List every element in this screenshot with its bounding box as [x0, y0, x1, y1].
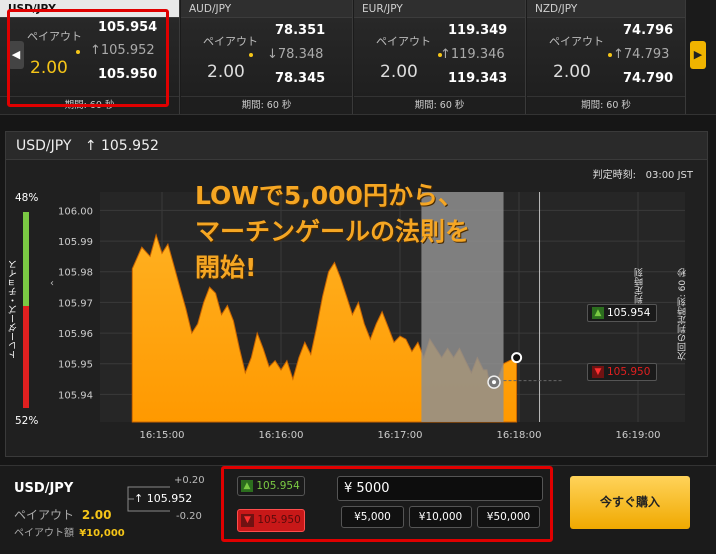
annotation-line-2: マーチンゲールの法則を [195, 217, 471, 246]
low-rate-value: 105.950 [607, 366, 651, 378]
trade-payout: ペイアウト 2.00 [14, 506, 111, 523]
low-rate-flag[interactable]: ▼ 105.950 [587, 363, 657, 381]
low-button[interactable]: ▼ 105.950 [237, 509, 305, 532]
trading-screen: USD/JPY ペイアウト 2.00 105.954 ↑105.952 105.… [0, 0, 716, 554]
x-tick-label: 16:19:00 [616, 430, 661, 441]
trade-rate-value: 105.952 [146, 492, 193, 505]
x-tick-label: 16:17:00 [378, 430, 423, 441]
y-tick-label: 106.00 [58, 206, 93, 217]
x-tick-label: 16:16:00 [259, 430, 304, 441]
high-button[interactable]: ▲ 105.954 [237, 476, 305, 496]
annotation-text: LOWで5,000円から、 マーチンゲールの法則を 開始! [195, 178, 470, 286]
trade-payout-amount: ペイアウト額 ¥10,000 [14, 524, 125, 539]
high-button-label: 105.954 [256, 480, 300, 492]
y-tick-label: 105.94 [58, 390, 93, 401]
current-price-dot [511, 352, 523, 364]
entry-marker-center [492, 380, 497, 385]
x-tick-label: 16:15:00 [140, 430, 185, 441]
high-rate-value: 105.954 [607, 307, 651, 319]
annotation-line-3: 開始! [195, 253, 257, 282]
trade-payout-value: 2.00 [81, 508, 112, 522]
y-tick-label: 105.95 [58, 360, 93, 371]
low-button-label: 105.950 [257, 514, 301, 526]
x-tick-label: 16:18:00 [497, 430, 542, 441]
arrow-down-icon: ▼ [241, 514, 254, 527]
range-plus: +0.20 [174, 475, 205, 486]
trade-payout-label: ペイアウト [14, 508, 75, 522]
trade-rate: ↑ 105.952 [134, 492, 192, 505]
y-tick-label: 105.99 [58, 237, 93, 248]
arrow-down-icon: ▼ [592, 366, 604, 378]
annotation-line-1: LOWで5,000円から、 [195, 181, 463, 210]
high-rate-flag[interactable]: ▲ 105.954 [587, 304, 657, 322]
y-tick-label: 105.98 [58, 268, 93, 279]
range-minus: -0.20 [176, 511, 202, 522]
amount-input[interactable]: ¥ 5000 [337, 476, 543, 501]
arrow-up-small-icon: ↑ [134, 492, 144, 505]
next-judgement-label: 次回の判定時刻: 60 秒 [678, 268, 688, 361]
trade-pair: USD/JPY [14, 481, 74, 496]
trade-payout-amount-value: ¥10,000 [79, 528, 125, 539]
judgement-time-label: 判定時刻 [635, 268, 645, 304]
preset-5000-button[interactable]: ¥5,000 [341, 506, 404, 528]
arrow-up-icon: ▲ [241, 480, 253, 492]
preset-50000-button[interactable]: ¥50,000 [477, 506, 540, 528]
y-tick-label: 105.97 [58, 298, 93, 309]
arrow-up-icon: ▲ [592, 307, 604, 319]
trade-payout-amount-label: ペイアウト額 [14, 528, 74, 539]
preset-10000-button[interactable]: ¥10,000 [409, 506, 472, 528]
y-tick-label: 105.96 [58, 329, 93, 340]
buy-now-button[interactable]: 今すぐ購入 [570, 476, 690, 529]
